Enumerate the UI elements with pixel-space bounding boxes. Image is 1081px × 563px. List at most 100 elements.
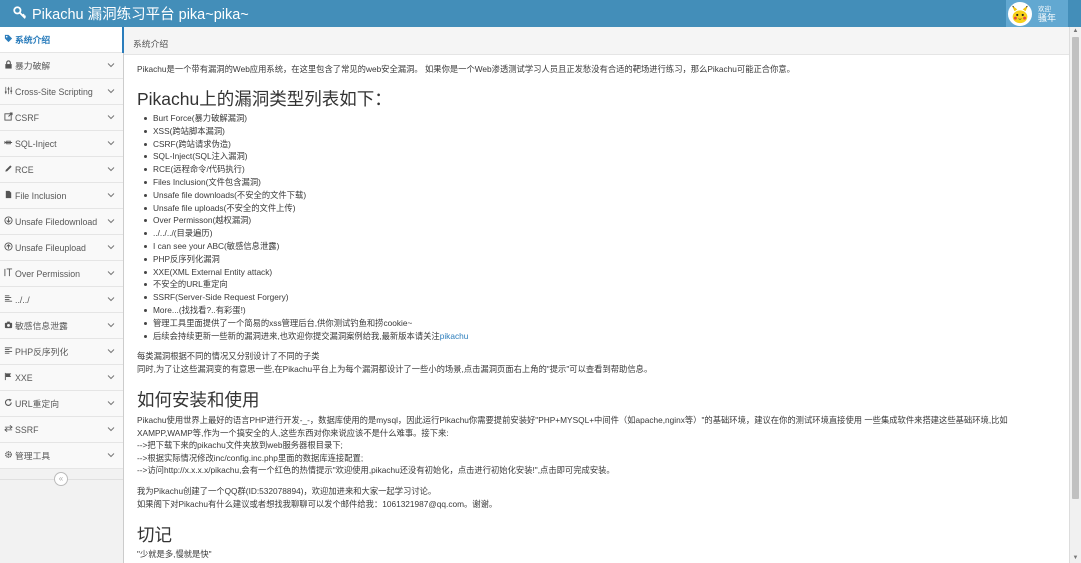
sidebar-item-rce[interactable]: RCE bbox=[0, 157, 123, 183]
sidebar-item-label: PHP反序列化 bbox=[15, 347, 69, 357]
redo-icon bbox=[3, 398, 14, 409]
sidebar-item-label: SQL-Inject bbox=[15, 138, 57, 149]
sidebar-item-unsafe-fileupload[interactable]: Unsafe Fileupload bbox=[0, 235, 123, 261]
sidebar-item-csrf[interactable]: CSRF bbox=[0, 105, 123, 131]
sidebar-item-label: XXE bbox=[15, 372, 33, 383]
chevron-down-icon bbox=[107, 63, 115, 68]
chevron-down-icon bbox=[107, 401, 115, 406]
qq-group-text: 我为Pikachu创建了一个QQ群(ID:532078894)，欢迎加进来和大家… bbox=[137, 486, 437, 496]
list-item: PHP反序列化漏洞 bbox=[144, 253, 468, 266]
sidebar-collapse-button[interactable]: « bbox=[54, 472, 68, 486]
list-item: SQL-Inject(SQL注入漏洞) bbox=[144, 150, 468, 163]
list-icon bbox=[3, 294, 14, 305]
sidebar-item-label: 敏感信息泄露 bbox=[15, 321, 68, 331]
pikachu-avatar-icon bbox=[1009, 2, 1031, 25]
sidebar-item-xss[interactable]: Cross-Site Scripting bbox=[0, 79, 123, 105]
sidebar-item-info-leak[interactable]: 敏感信息泄露 bbox=[0, 313, 123, 339]
sidebar-item-label: 管理工具 bbox=[15, 451, 51, 461]
sidebar-item-xxe[interactable]: XXE bbox=[0, 365, 123, 391]
avatar bbox=[1008, 1, 1032, 26]
sidebar-item-php-unserialize[interactable]: PHP反序列化 bbox=[0, 339, 123, 365]
app-title: Pikachu 漏洞练习平台 pika~pika~ bbox=[32, 6, 249, 23]
pikachu-link[interactable]: pikachu bbox=[440, 331, 469, 341]
vuln-list: Burt Force(暴力破解漏洞) XSS(跨站脚本漏洞) CSRF(跨站请求… bbox=[144, 112, 468, 342]
install-step: -->把下载下来的pikachu文件夹放到web服务器根目录下; bbox=[137, 440, 343, 450]
page-scrollbar[interactable]: ▲ ▼ bbox=[1069, 27, 1081, 563]
sidebar-item-label: URL重定向 bbox=[15, 399, 59, 409]
install-title: 如何安装和使用 bbox=[137, 390, 260, 410]
scroll-down-arrow-icon[interactable]: ▼ bbox=[1072, 555, 1079, 562]
sidebar-item-bruteforce[interactable]: 暴力破解 bbox=[0, 53, 123, 79]
list-item: XXE(XML External Entity attack) bbox=[144, 266, 468, 279]
sidebar-item-label: ../../ bbox=[15, 294, 30, 305]
hint-note-line: 同时,为了让这些漏洞变的有意思一些,在Pikachu平台上为每个漏洞都设计了一些… bbox=[137, 363, 653, 374]
list-item: Files Inclusion(文件包含漏洞) bbox=[144, 176, 468, 189]
top-navbar: Pikachu 漏洞练习平台 pika~pika~ 欢迎 骚年 bbox=[0, 0, 1081, 27]
sidebar-item-label: File Inclusion bbox=[15, 190, 67, 201]
username: 骚年 bbox=[1038, 12, 1057, 23]
chevron-down-icon bbox=[107, 219, 115, 224]
scrollbar-thumb[interactable] bbox=[1072, 37, 1079, 499]
lock-icon bbox=[3, 60, 14, 71]
chevron-down-icon bbox=[107, 453, 115, 458]
sidebar-item-label: RCE bbox=[15, 164, 34, 175]
category-note-line: 每类漏洞根据不同的情况又分别设计了不同的子类 bbox=[137, 351, 320, 361]
sidebar-item-dir-traversal[interactable]: ../../ bbox=[0, 287, 123, 313]
list-item: CSRF(跨站请求伪造) bbox=[144, 138, 468, 151]
key-icon bbox=[13, 6, 27, 19]
sidebar-item-label: 系统介绍 bbox=[15, 35, 51, 45]
breadcrumb-item[interactable]: 系统介绍 bbox=[133, 37, 168, 50]
pencil-icon bbox=[3, 164, 14, 175]
sidebar-item-unsafe-filedownload[interactable]: Unsafe Filedownload bbox=[0, 209, 123, 235]
sidebar-item-over-permission[interactable]: Over Permission bbox=[0, 261, 123, 287]
sidebar-item-ssrf[interactable]: SSRF bbox=[0, 417, 123, 443]
vuln-list-title: Pikachu上的漏洞类型列表如下： bbox=[137, 89, 392, 109]
sliders-icon bbox=[3, 86, 14, 97]
install-line: Pikachu使用世界上最好的语言PHP进行开发-_-，数据库使用的是mysql… bbox=[137, 415, 1008, 425]
list-item: Over Permisson(越权漏洞) bbox=[144, 214, 468, 227]
chevron-down-icon bbox=[107, 115, 115, 120]
breadcrumb: 系统介绍 bbox=[124, 27, 1069, 55]
install-line: XAMPP,WAMP等,作为一个搞安全的人,这些东西对你来说应该不是什么难事。接… bbox=[137, 427, 449, 438]
chevron-down-icon bbox=[107, 245, 115, 250]
list-item: Unsafe file uploads(不安全的文件上传) bbox=[144, 202, 468, 215]
list-item: 管理工具里面提供了一个简易的xss管理后台,供你测试钓鱼和捞cookie~ bbox=[144, 317, 468, 330]
list-item: ../../../(目录遍历) bbox=[144, 227, 468, 240]
flag-icon bbox=[3, 372, 14, 383]
scroll-up-arrow-icon[interactable]: ▲ bbox=[1072, 28, 1079, 35]
chevron-down-icon bbox=[107, 349, 115, 354]
list-item: I can see your ABC(敏感信息泄露) bbox=[144, 240, 468, 253]
sidebar-item-admin-tools[interactable]: 管理工具 bbox=[0, 443, 123, 469]
list-item: XSS(跨站脚本漏洞) bbox=[144, 125, 468, 138]
chevron-down-icon bbox=[107, 89, 115, 94]
text-cursor-icon bbox=[3, 268, 14, 279]
email-text: 如果阁下对Pikachu有什么建议或者想找我聊聊可以发个邮件给我：1061321… bbox=[137, 498, 498, 509]
download-icon bbox=[3, 216, 14, 227]
updates-text: 后续会持续更新一些新的漏洞进来,也欢迎你提交漏洞案例给我,最新版本请关注 bbox=[153, 330, 440, 341]
motto-text: "少就是多,慢就是快" bbox=[137, 549, 212, 559]
sidebar-item-label: Unsafe Filedownload bbox=[15, 216, 98, 227]
sidebar-item-intro[interactable]: 系统介绍 bbox=[0, 27, 124, 53]
share-icon bbox=[3, 112, 14, 123]
gear-icon bbox=[3, 450, 14, 461]
upload-icon bbox=[3, 242, 14, 253]
sidebar-item-label: Cross-Site Scripting bbox=[15, 86, 93, 97]
sidebar-item-url-redirect[interactable]: URL重定向 bbox=[0, 391, 123, 417]
list-item: SSRF(Server-Side Request Forgery) bbox=[144, 291, 468, 304]
chevron-down-icon bbox=[107, 193, 115, 198]
user-menu[interactable]: 欢迎 骚年 bbox=[1006, 0, 1068, 27]
chevron-down-icon bbox=[107, 427, 115, 432]
chevron-down-icon bbox=[107, 323, 115, 328]
category-note: 每类漏洞根据不同的情况又分别设计了不同的子类 同时,为了让这些漏洞变的有意思一些… bbox=[137, 350, 652, 375]
list-item: Burt Force(暴力破解漏洞) bbox=[144, 112, 468, 125]
sidebar-item-file-inclusion[interactable]: File Inclusion bbox=[0, 183, 123, 209]
align-icon bbox=[3, 346, 14, 357]
sidebar-item-sql-inject[interactable]: SQL-Inject bbox=[0, 131, 123, 157]
syringe-icon bbox=[3, 138, 14, 149]
file-icon bbox=[3, 190, 14, 201]
contact-info: 我为Pikachu创建了一个QQ群(ID:532078894)，欢迎加进来和大家… bbox=[137, 485, 497, 510]
user-info: 欢迎 骚年 bbox=[1038, 5, 1056, 23]
sidebar-item-label: SSRF bbox=[15, 424, 39, 435]
chevron-down-icon bbox=[107, 271, 115, 276]
brand[interactable]: Pikachu 漏洞练习平台 pika~pika~ bbox=[13, 4, 249, 23]
